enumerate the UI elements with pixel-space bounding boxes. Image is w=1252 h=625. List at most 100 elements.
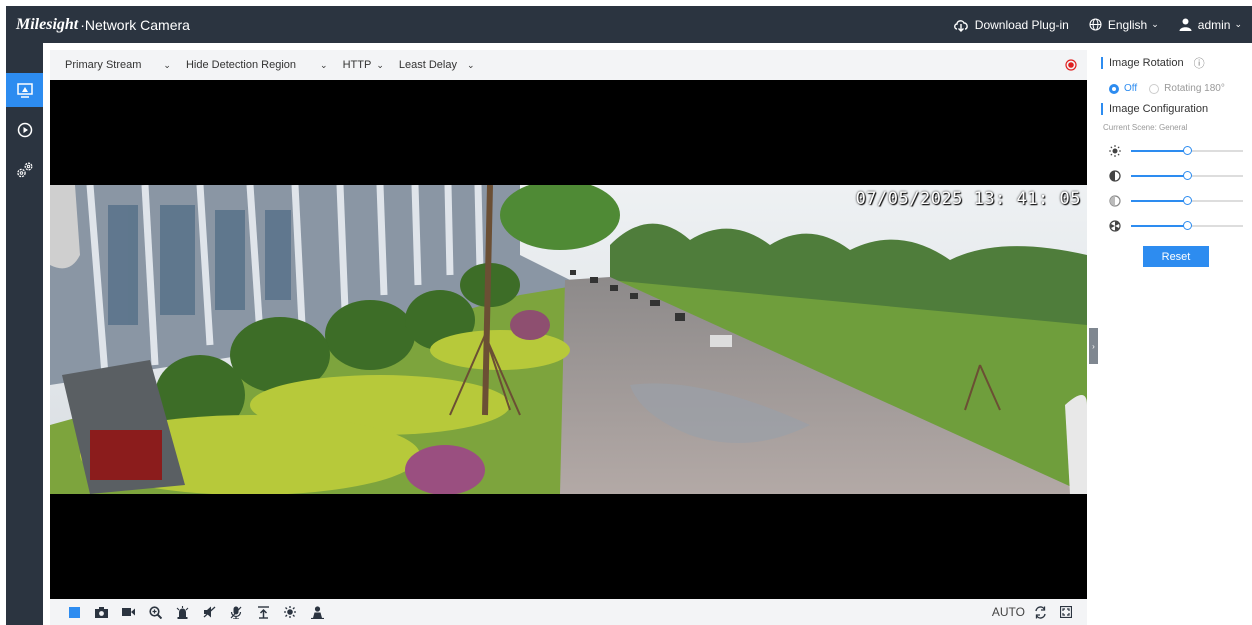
saturation-slider[interactable] bbox=[1131, 195, 1243, 205]
detection-region-select[interactable]: Hide Detection Region ⌄ bbox=[186, 59, 328, 71]
live-video[interactable]: 07/05/2025 13: 41: 05 bbox=[50, 80, 1087, 599]
image-rotation-title: Image Rotation ⓘ bbox=[1101, 55, 1252, 71]
delay-label: Least Delay bbox=[398, 59, 457, 71]
reset-button[interactable]: Reset bbox=[1143, 246, 1209, 267]
talk-button[interactable] bbox=[225, 601, 247, 623]
sharpness-slider[interactable] bbox=[1131, 220, 1243, 230]
nav-settings[interactable] bbox=[6, 153, 43, 187]
radio-dot bbox=[1109, 83, 1119, 94]
fullscreen-icon bbox=[1060, 606, 1072, 618]
rotation-180-radio[interactable]: Rotating 180° bbox=[1149, 83, 1225, 94]
audio-button[interactable] bbox=[198, 601, 220, 623]
rotation-radio-group: Off Rotating 180° bbox=[1109, 83, 1252, 94]
mode-label[interactable]: AUTO bbox=[992, 605, 1025, 619]
fullscreen-button[interactable] bbox=[1055, 601, 1077, 623]
record-status-icon[interactable] bbox=[1065, 59, 1077, 71]
record-icon bbox=[121, 608, 135, 616]
video-mode-controls: AUTO bbox=[992, 601, 1077, 623]
brand-logo: Milesight bbox=[16, 15, 79, 33]
monitor-icon bbox=[16, 82, 33, 98]
zoom-icon bbox=[148, 605, 162, 619]
audio-icon bbox=[203, 606, 215, 618]
stream-select[interactable]: Primary Stream ⌄ bbox=[65, 59, 171, 71]
image-rotation-label: Image Rotation bbox=[1109, 57, 1184, 69]
ir-icon bbox=[284, 605, 296, 618]
record-button[interactable] bbox=[117, 601, 139, 623]
app-frame: Milesight ·Network Camera Download Plug-… bbox=[6, 6, 1252, 625]
slider-handle[interactable] bbox=[1183, 145, 1192, 155]
digital-zoom-button[interactable] bbox=[144, 601, 166, 623]
sun-icon bbox=[1109, 144, 1121, 157]
chevron-down-icon: ⌄ bbox=[1151, 19, 1159, 29]
slider-handle[interactable] bbox=[1183, 195, 1192, 205]
nav-playback[interactable] bbox=[6, 113, 43, 147]
slider-fill bbox=[1131, 149, 1187, 152]
slider-handle[interactable] bbox=[1183, 220, 1192, 230]
sharpness-slider-row bbox=[1109, 213, 1252, 238]
brand: Milesight ·Network Camera bbox=[16, 16, 190, 34]
user-label: admin bbox=[1197, 17, 1231, 32]
play-circle-icon bbox=[17, 122, 32, 138]
section-marker bbox=[1101, 103, 1103, 115]
brightness-slider[interactable] bbox=[1131, 145, 1243, 155]
refresh-icon bbox=[1034, 605, 1046, 619]
nav-live-view[interactable] bbox=[6, 73, 43, 107]
slider-fill bbox=[1131, 174, 1187, 177]
info-icon[interactable]: ⓘ bbox=[1194, 55, 1205, 71]
chevron-down-icon: ⌄ bbox=[466, 59, 475, 70]
people-counting-button[interactable] bbox=[306, 601, 328, 623]
brightness-slider-row bbox=[1109, 138, 1252, 163]
stream-toolbar: Primary Stream ⌄ Hide Detection Region ⌄… bbox=[50, 50, 1087, 80]
refresh-button[interactable] bbox=[1029, 601, 1051, 623]
alarm-icon bbox=[176, 605, 188, 619]
contrast-slider-row bbox=[1109, 163, 1252, 188]
alarm-output-button[interactable] bbox=[171, 601, 193, 623]
image-configuration-label: Image Configuration bbox=[1109, 103, 1209, 115]
section-marker bbox=[1101, 57, 1103, 69]
contrast-slider[interactable] bbox=[1131, 170, 1243, 180]
rotation-off-label: Off bbox=[1124, 83, 1138, 94]
stream-select-label: Primary Stream bbox=[65, 59, 142, 71]
download-plugin-label: Download Plug-in bbox=[974, 17, 1069, 32]
ir-light-button[interactable] bbox=[279, 601, 301, 623]
current-scene-label: Current Scene: General bbox=[1103, 123, 1188, 132]
detection-region-label: Hide Detection Region bbox=[185, 59, 297, 71]
brand-title: ·Network Camera bbox=[80, 16, 190, 33]
slider-fill bbox=[1131, 199, 1187, 202]
delay-select[interactable]: Least Delay ⌄ bbox=[399, 59, 475, 71]
talk-icon bbox=[230, 606, 242, 619]
radio-dot bbox=[1149, 83, 1160, 94]
gears-icon bbox=[16, 162, 32, 178]
header-actions: Download Plug-in English ⌄ admin ⌄ bbox=[933, 18, 1242, 32]
slider-handle[interactable] bbox=[1183, 170, 1192, 180]
language-select[interactable]: English ⌄ bbox=[1089, 18, 1159, 32]
osd-timestamp: 07/05/2025 13: 41: 05 bbox=[855, 189, 1081, 209]
panel-toggle-button[interactable]: › bbox=[1089, 328, 1098, 364]
globe-icon bbox=[1089, 18, 1102, 31]
protocol-label: HTTP bbox=[342, 59, 372, 71]
stop-button[interactable] bbox=[63, 601, 85, 623]
contrast-icon bbox=[1109, 169, 1121, 182]
chevron-down-icon: ⌄ bbox=[376, 59, 384, 70]
slider-fill bbox=[1131, 224, 1187, 227]
download-icon bbox=[953, 19, 968, 32]
download-plugin-link[interactable]: Download Plug-in bbox=[953, 18, 1069, 32]
snapshot-icon bbox=[94, 606, 108, 618]
protocol-select[interactable]: HTTP ⌄ bbox=[343, 59, 384, 71]
image-configuration-title: Image Configuration bbox=[1101, 101, 1252, 117]
chevron-down-icon: ⌄ bbox=[320, 59, 328, 70]
rotation-off-radio[interactable]: Off bbox=[1109, 83, 1137, 94]
snapshot-button[interactable] bbox=[90, 601, 112, 623]
person-icon bbox=[310, 605, 324, 619]
language-label: English bbox=[1107, 17, 1148, 32]
upload-icon bbox=[257, 605, 269, 619]
image-settings-panel: Image Rotation ⓘ Off Rotating 180° Image… bbox=[1101, 50, 1252, 625]
upload-button[interactable] bbox=[252, 601, 274, 623]
top-header: Milesight ·Network Camera Download Plug-… bbox=[6, 6, 1252, 43]
chevron-down-icon: ⌄ bbox=[163, 59, 171, 70]
user-menu[interactable]: admin ⌄ bbox=[1179, 18, 1242, 32]
camera-scene bbox=[50, 185, 1087, 494]
saturation-slider-row bbox=[1109, 188, 1252, 213]
chevron-right-icon: › bbox=[1092, 341, 1095, 351]
